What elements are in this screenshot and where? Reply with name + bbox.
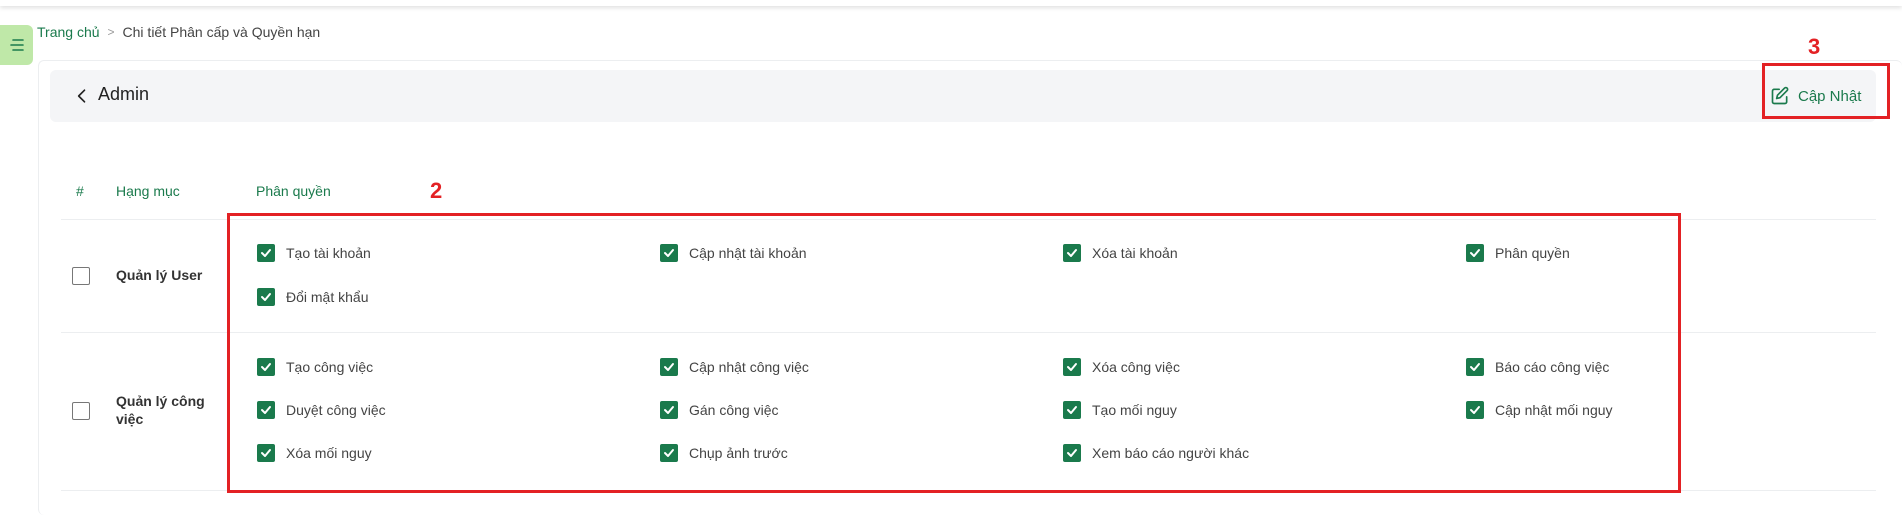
page-header <box>50 70 1876 122</box>
page-title: Admin <box>98 84 150 104</box>
category-name: Quản lý công việc <box>116 393 205 427</box>
breadcrumb-home-link[interactable]: Trang chủ <box>37 24 100 40</box>
category-name: Quản lý User <box>116 267 203 283</box>
sidebar-toggle-button[interactable] <box>0 25 33 65</box>
chevron-left-icon <box>77 89 86 103</box>
top-bar <box>0 0 1902 6</box>
annotation-box-permissions <box>227 213 1681 493</box>
column-header-permission: Phân quyền <box>256 183 331 199</box>
row-select-checkbox[interactable] <box>72 267 90 285</box>
breadcrumb-current: Chi tiết Phân cấp và Quyền hạn <box>122 24 321 40</box>
annotation-label-update: 3 <box>1808 34 1821 59</box>
breadcrumb: Trang chủ > Chi tiết Phân cấp và Quyền h… <box>37 24 320 40</box>
annotation-label-permissions: 2 <box>430 178 443 203</box>
back-button[interactable] <box>70 84 94 108</box>
column-header-category: Hạng mục <box>116 183 180 199</box>
menu-icon <box>9 39 24 51</box>
annotation-box-update <box>1762 63 1890 119</box>
column-header-index: # <box>76 183 84 199</box>
breadcrumb-separator: > <box>107 25 115 39</box>
row-select-checkbox[interactable] <box>72 402 90 420</box>
